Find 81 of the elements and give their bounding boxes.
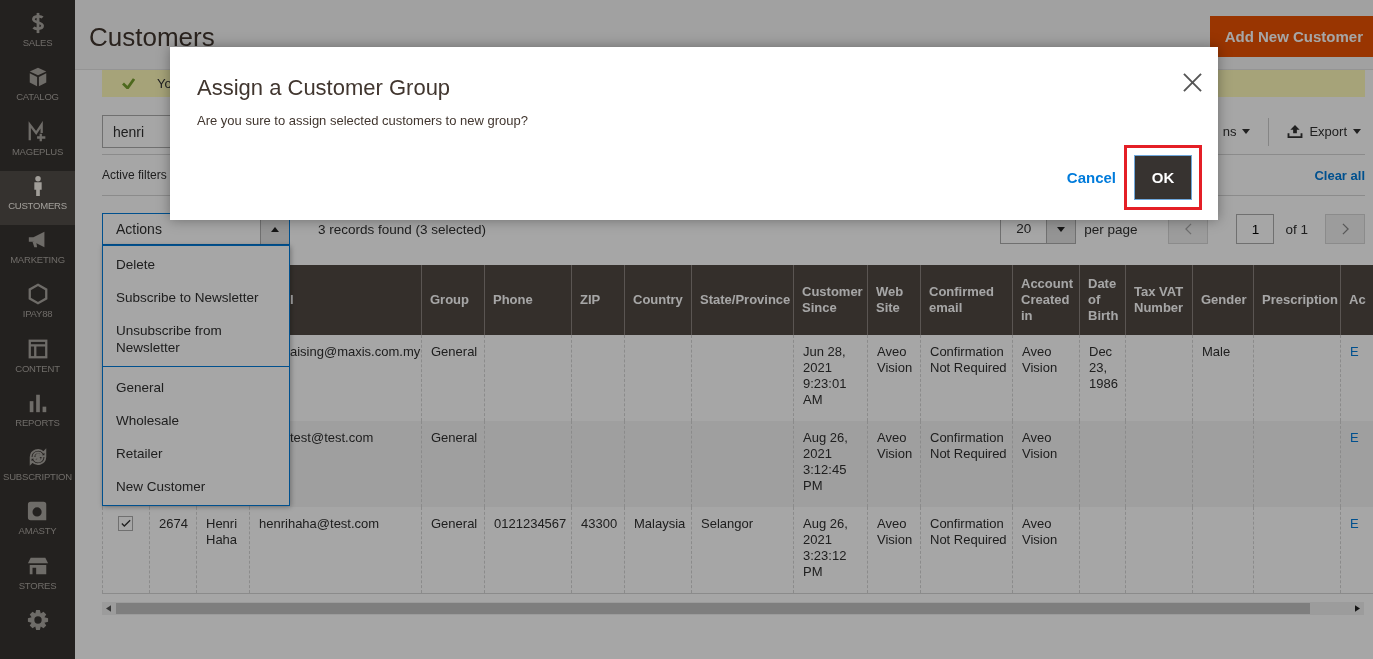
column-header[interactable]: Tax VAT Number [1125, 265, 1193, 335]
page-field[interactable]: 1 [1236, 214, 1275, 244]
nav-item[interactable]: SALES [0, 8, 75, 63]
table-cell: Aug 26, 2021 3:23:12 PM [793, 507, 868, 594]
upload-icon [1287, 125, 1304, 138]
column-header[interactable]: Country [624, 265, 692, 335]
table-cell: General [421, 421, 485, 507]
nav-item[interactable]: CATALOG [0, 62, 75, 117]
column-header[interactable]: Phone [484, 265, 572, 335]
modal-title: Assign a Customer Group [197, 75, 451, 101]
column-header[interactable]: ZIP [571, 265, 625, 335]
column-header[interactable]: Gender [1192, 265, 1254, 335]
cancel-link[interactable]: Cancel [1066, 169, 1116, 186]
export-button[interactable]: Export [1283, 124, 1365, 139]
clear-all-link[interactable]: Clear all [1314, 167, 1365, 183]
column-header[interactable]: State/Province [691, 265, 794, 335]
horizontal-scrollbar[interactable] [102, 602, 1364, 615]
table-cell: 2674 [149, 507, 197, 594]
layout-icon [26, 337, 49, 360]
table-cell: Malaysia [624, 507, 692, 594]
table-cell: 0121234567 [484, 507, 572, 594]
table-cell: Aveo Vision [867, 335, 921, 421]
table-cell: Aveo Vision [1012, 507, 1080, 594]
table-cell: Dec 23, 1986 [1079, 335, 1126, 421]
column-header[interactable]: Date of Birth [1079, 265, 1126, 335]
page-title: Customers [89, 22, 215, 53]
settings-icon [26, 608, 49, 631]
table-cell: Confirmation Not Required [920, 335, 1013, 421]
chevron-right-icon [1341, 223, 1349, 235]
table-cell: General [421, 335, 485, 421]
table-cell: General [421, 507, 485, 594]
records-count: 3 records found (3 selected) [318, 221, 487, 237]
table-cell: Confirmation Not Required [920, 507, 1013, 594]
table-cell: Henri Haha [196, 507, 250, 594]
column-header[interactable]: Group [421, 265, 485, 335]
column-header[interactable]: Prescription [1253, 265, 1341, 335]
close-icon[interactable] [1183, 73, 1202, 92]
nav-item[interactable]: SUBSCRIPTION [0, 442, 75, 497]
table-cell: Male [1192, 335, 1254, 421]
column-header[interactable]: Account Created in [1012, 265, 1080, 335]
column-header[interactable]: Confirmed email [920, 265, 1013, 335]
nav-item[interactable]: IPAY88 [0, 279, 75, 334]
logo-icon [26, 500, 49, 523]
caret-icon [1057, 226, 1066, 232]
nav-item[interactable]: CONTENT [0, 333, 75, 388]
table-cell: Aveo Vision [1012, 421, 1080, 507]
nav-item[interactable]: MAGEPLUS [0, 116, 75, 171]
table-cell: Aug 26, 2021 3:12:45 PM [793, 421, 868, 507]
table-cell: Selangor [691, 507, 794, 594]
table-cell: Aveo Vision [1012, 335, 1080, 421]
columns-button[interactable]: ns [1218, 124, 1255, 139]
column-header[interactable]: Ac [1340, 265, 1373, 335]
table-cell: Aveo Vision [867, 507, 921, 594]
nav-item[interactable]: STORES [0, 550, 75, 605]
nav-item[interactable]: AMASTY [0, 496, 75, 551]
hexagon-icon [26, 283, 49, 306]
column-header[interactable]: Customer Since [793, 265, 868, 335]
ok-button[interactable]: OK [1134, 155, 1192, 200]
per-page-label: per page [1084, 221, 1138, 237]
table-cell: henrihaha@test.com [249, 507, 422, 594]
caret-icon [271, 226, 279, 232]
nav-item[interactable]: CUSTOMERS [0, 170, 75, 225]
nav-item[interactable]: REPORTS [0, 387, 75, 442]
scroll-left-icon[interactable] [106, 605, 111, 612]
table-cell: Confirmation Not Required [920, 421, 1013, 507]
column-header[interactable]: Web Site [867, 265, 921, 335]
page-count: of 1 [1285, 221, 1308, 237]
add-customer-button[interactable]: Add New Customer [1209, 16, 1373, 57]
check-icon [122, 78, 135, 89]
table-cell: Aveo Vision [867, 421, 921, 507]
row-checkbox[interactable] [118, 516, 133, 531]
modal-message: Are you sure to assign selected customers to new group? [197, 113, 529, 128]
chevron-left-icon [1184, 223, 1192, 235]
caret-icon [1242, 129, 1251, 134]
table-cell: 43300 [571, 507, 625, 594]
active-filters-label: Active filters [102, 168, 167, 182]
nav-item[interactable]: MARKETING [0, 225, 75, 280]
table-cell: Jun 28, 2021 9:23:01 AM [793, 335, 868, 421]
caret-icon [1353, 129, 1361, 134]
action-link[interactable]: E [1350, 430, 1359, 445]
scroll-right-icon[interactable] [1355, 605, 1360, 612]
